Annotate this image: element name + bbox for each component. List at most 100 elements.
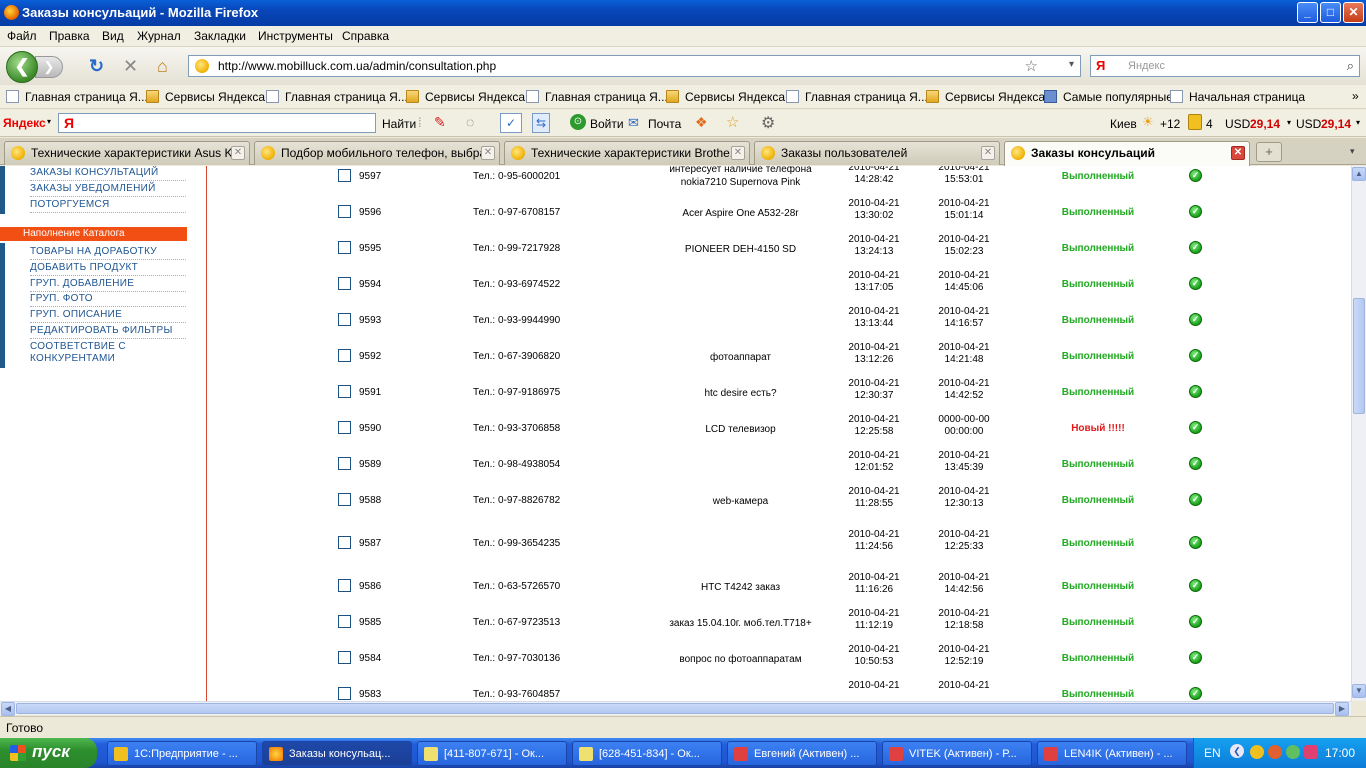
- row-checkbox[interactable]: [338, 313, 351, 326]
- scroll-right-icon[interactable]: ▶: [1335, 702, 1349, 716]
- tab-active[interactable]: Заказы консульаций ✕: [1004, 141, 1250, 166]
- done-check-icon[interactable]: ✓: [1189, 457, 1202, 470]
- horizontal-scroll-thumb[interactable]: [16, 703, 1334, 714]
- done-check-icon[interactable]: ✓: [1189, 277, 1202, 290]
- maximize-button[interactable]: □: [1320, 2, 1341, 23]
- bookmark-item[interactable]: Сервисы Яндекса: [666, 90, 785, 104]
- tray-app-icon[interactable]: [1304, 745, 1318, 759]
- menu-file[interactable]: Файл: [7, 29, 37, 43]
- weather-city[interactable]: Киев: [1110, 117, 1137, 131]
- translate-icon[interactable]: ⇆: [532, 113, 550, 133]
- url-bar[interactable]: http://www.mobilluck.com.ua/admin/consul…: [188, 55, 1081, 77]
- row-checkbox[interactable]: [338, 421, 351, 434]
- mail-button[interactable]: Почта: [648, 117, 681, 131]
- bookmark-item[interactable]: Начальная страница: [1170, 90, 1305, 104]
- menu-edit[interactable]: Правка: [49, 29, 90, 43]
- tray-app-icon[interactable]: [1268, 745, 1282, 759]
- row-checkbox[interactable]: [338, 277, 351, 290]
- favorites-star-icon[interactable]: ☆: [726, 113, 739, 131]
- horizontal-scrollbar[interactable]: ◀ ▶: [0, 701, 1351, 716]
- done-check-icon[interactable]: ✓: [1189, 169, 1202, 182]
- weather-temp[interactable]: +12: [1160, 117, 1180, 131]
- row-checkbox[interactable]: [338, 169, 351, 182]
- task-chat-1[interactable]: Евгений (Активен) ...: [727, 741, 877, 766]
- sidebar-item-group-description[interactable]: ГРУП. ОПИСАНИЕ: [30, 309, 186, 323]
- tab-list-chevron-icon[interactable]: ▾: [1350, 146, 1355, 157]
- reload-icon[interactable]: ↻: [89, 57, 104, 75]
- scroll-up-icon[interactable]: ▲: [1352, 167, 1366, 181]
- back-button[interactable]: ❮: [6, 51, 38, 83]
- row-checkbox[interactable]: [338, 493, 351, 506]
- tab-close-icon[interactable]: ✕: [981, 146, 995, 160]
- sidebar-item-group-photo[interactable]: ГРУП. ФОТО: [30, 293, 186, 307]
- search-icon[interactable]: ⌕: [1347, 58, 1354, 74]
- language-indicator[interactable]: EN: [1204, 746, 1221, 760]
- task-1c[interactable]: 1С:Предприятие - ...: [107, 741, 257, 766]
- done-check-icon[interactable]: ✓: [1189, 241, 1202, 254]
- menu-bookmarks[interactable]: Закладки: [194, 29, 246, 43]
- task-chat-2[interactable]: VITEK (Активен) - Р...: [882, 741, 1032, 766]
- row-checkbox[interactable]: [338, 205, 351, 218]
- bookmark-item[interactable]: Главная страница Я...: [6, 90, 148, 104]
- url-dropdown-icon[interactable]: ▾: [1069, 59, 1074, 70]
- done-check-icon[interactable]: ✓: [1189, 493, 1202, 506]
- tray-expand-icon[interactable]: ❮: [1230, 744, 1244, 758]
- row-checkbox[interactable]: [338, 241, 351, 254]
- row-checkbox[interactable]: [338, 385, 351, 398]
- usd-dropdown-icon[interactable]: ▾: [1287, 118, 1291, 127]
- usd-dropdown-icon[interactable]: ▾: [1356, 118, 1360, 127]
- bookmark-item[interactable]: Сервисы Яндекса: [926, 90, 1045, 104]
- tab-close-icon[interactable]: ✕: [481, 146, 495, 160]
- menu-view[interactable]: Вид: [102, 29, 124, 43]
- tab[interactable]: Технические характеристики Asus K... ✕: [4, 141, 250, 165]
- new-tab-icon[interactable]: +: [1256, 142, 1282, 162]
- bookmark-item[interactable]: Главная страница Я...: [526, 90, 668, 104]
- sidebar-item-products-rework[interactable]: ТОВАРЫ НА ДОРАБОТКУ: [30, 246, 186, 260]
- bookmarks-overflow-icon[interactable]: »: [1352, 89, 1359, 103]
- done-check-icon[interactable]: ✓: [1189, 687, 1202, 700]
- sidebar-item-consultation-orders[interactable]: ЗАКАЗЫ КОНСУЛЬТАЦИЙ: [30, 167, 186, 181]
- row-checkbox[interactable]: [338, 615, 351, 628]
- bookmark-item[interactable]: Сервисы Яндекса: [146, 90, 265, 104]
- minimize-button[interactable]: _: [1297, 2, 1318, 23]
- close-window-button[interactable]: ✕: [1343, 2, 1364, 23]
- vertical-scrollbar[interactable]: ▲ ▼: [1351, 166, 1366, 701]
- row-checkbox[interactable]: [338, 579, 351, 592]
- login-button[interactable]: Войти: [590, 117, 624, 131]
- vertical-scroll-thumb[interactable]: [1353, 298, 1365, 414]
- home-icon[interactable]: ⌂: [157, 57, 168, 75]
- usd-rate-2[interactable]: 29,14: [1321, 117, 1351, 131]
- menu-history[interactable]: Журнал: [137, 29, 181, 43]
- tab-close-icon[interactable]: ✕: [231, 146, 245, 160]
- yandex-find-button[interactable]: Найти: [382, 117, 416, 131]
- tab[interactable]: Подбор мобильного телефон, выбра... ✕: [254, 141, 500, 165]
- bookmark-item[interactable]: Главная страница Я...: [266, 90, 408, 104]
- menu-help[interactable]: Справка: [342, 29, 389, 43]
- bookmark-star-icon[interactable]: ☆: [1025, 57, 1038, 75]
- usd-rate-1[interactable]: 29,14: [1250, 117, 1280, 131]
- row-checkbox[interactable]: [338, 349, 351, 362]
- row-checkbox[interactable]: [338, 651, 351, 664]
- sidebar-item-competitors[interactable]: СООТВЕТСТВИЕ С КОНКУРЕНТАМИ: [30, 341, 186, 366]
- yandex-menu-chevron-icon[interactable]: ▾: [47, 117, 51, 126]
- tray-app-icon[interactable]: [1286, 745, 1300, 759]
- bookmark-item[interactable]: Самые популярные: [1044, 90, 1173, 104]
- sidebar-item-edit-filters[interactable]: РЕДАКТИРОВАТЬ ФИЛЬТРЫ: [30, 325, 186, 339]
- menu-tools[interactable]: Инструменты: [258, 29, 333, 43]
- done-check-icon[interactable]: ✓: [1189, 615, 1202, 628]
- scroll-left-icon[interactable]: ◀: [1, 702, 15, 716]
- done-check-icon[interactable]: ✓: [1189, 385, 1202, 398]
- stop-icon[interactable]: ✕: [123, 57, 138, 75]
- search-box[interactable]: Я Яндекс ⌕: [1090, 55, 1360, 77]
- yandex-search-logo[interactable]: Я: [1096, 58, 1105, 73]
- tray-app-icon[interactable]: [1250, 745, 1264, 759]
- task-icq-2[interactable]: [628-451-834] - Ок...: [572, 741, 722, 766]
- done-check-icon[interactable]: ✓: [1189, 421, 1202, 434]
- comment-bubble-icon[interactable]: ◌: [466, 114, 474, 130]
- sidebar-item-notification-orders[interactable]: ЗАКАЗЫ УВЕДОМЛЕНИЙ: [30, 183, 186, 197]
- bookmark-item[interactable]: Сервисы Яндекса: [406, 90, 525, 104]
- row-checkbox[interactable]: [338, 687, 351, 700]
- done-check-icon[interactable]: ✓: [1189, 579, 1202, 592]
- done-check-icon[interactable]: ✓: [1189, 313, 1202, 326]
- bookmark-item[interactable]: Главная страница Я...: [786, 90, 928, 104]
